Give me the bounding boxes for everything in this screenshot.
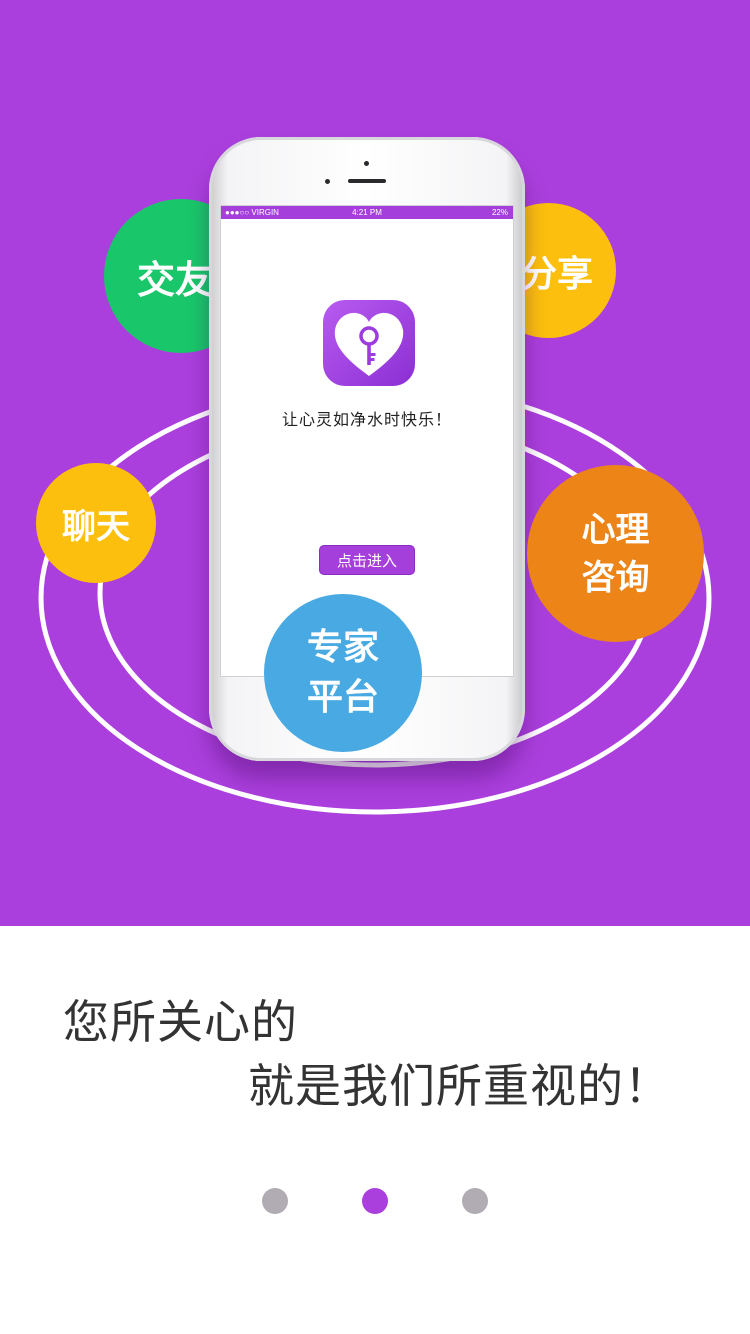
bubble-fenxiang-label: 分享	[521, 253, 594, 295]
bubble-zhuanjia-line2: 平台	[306, 677, 379, 718]
battery-level: 22%	[491, 208, 508, 217]
bubble-jiaoyou-label: 交友	[137, 257, 214, 302]
bubble-liaotian-label: 聊天	[62, 506, 130, 547]
tagline-line1: 您所关心的	[63, 995, 298, 1049]
page-dot-3[interactable]	[462, 1188, 488, 1214]
heart-key-icon	[323, 300, 415, 386]
page-dot-2-active[interactable]	[362, 1188, 388, 1214]
hero-banner: 交友 分享 ●●●○○ VIRGIN 4:21 PM 22% 让心灵如净水时快乐…	[0, 0, 750, 926]
tagline-line2: 就是我们所重视的！	[248, 1059, 671, 1113]
bubble-zhuanjia-pingtai: 专家 平台	[264, 594, 422, 752]
page-indicator	[0, 1188, 750, 1214]
front-camera-icon	[364, 161, 369, 166]
page-dot-1[interactable]	[262, 1188, 288, 1214]
slogan-text: 让心灵如净水时快乐！	[281, 410, 452, 429]
sensor-icon	[325, 179, 330, 184]
bubble-xinli-line1: 心理	[581, 509, 650, 550]
bubble-liaotian: 聊天	[36, 463, 156, 583]
bubble-xinli-line2: 咨询	[581, 557, 650, 598]
status-bar: ●●●○○ VIRGIN 4:21 PM 22%	[221, 206, 513, 219]
bubble-xinli-zixun: 心理 咨询	[527, 465, 704, 642]
status-time: 4:21 PM	[352, 208, 382, 217]
speaker-grille	[348, 179, 386, 183]
bubble-zhuanjia-line1: 专家	[306, 627, 379, 668]
enter-button[interactable]: 点击进入	[319, 545, 415, 575]
